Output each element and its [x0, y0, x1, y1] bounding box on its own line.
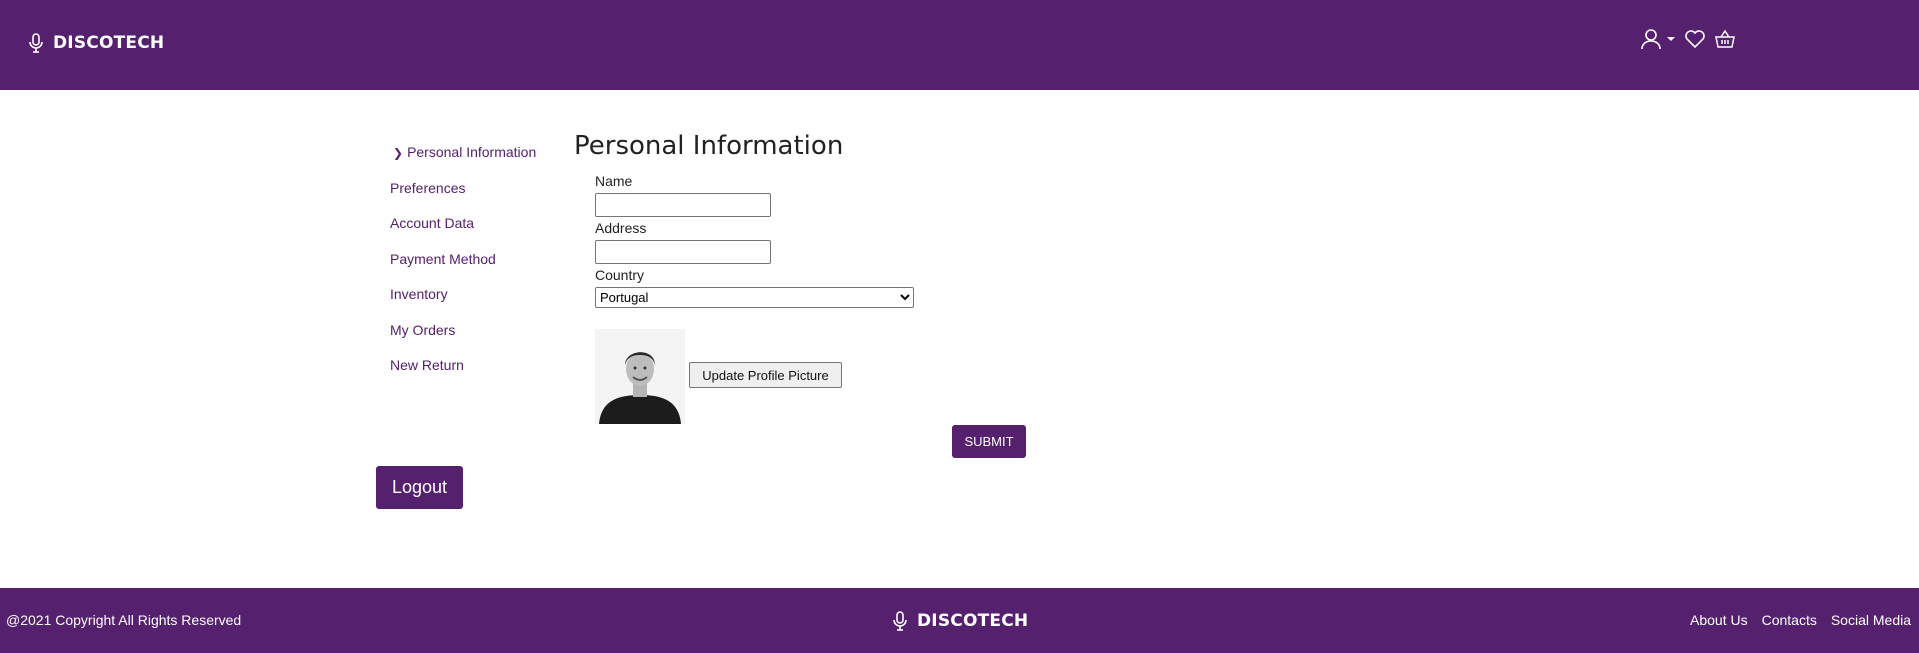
- page-title: Personal Information: [574, 131, 844, 161]
- avatar-person-image: [595, 329, 685, 424]
- footer-brand-logo[interactable]: DISCOTECH: [892, 611, 1028, 631]
- sidebar-item-preferences[interactable]: Preferences: [390, 176, 550, 212]
- sidebar-item-inventory[interactable]: Inventory: [390, 282, 550, 318]
- wishlist-button[interactable]: [1684, 29, 1706, 49]
- user-icon: [1641, 29, 1661, 50]
- footer-link-contacts[interactable]: Contacts: [1762, 612, 1817, 628]
- account-sidebar: ❯ Personal Information Preferences Accoun…: [390, 140, 550, 389]
- sidebar-item-payment-method[interactable]: Payment Method: [390, 247, 550, 283]
- microphone-icon: [893, 611, 907, 631]
- header-actions: [1640, 28, 1744, 50]
- cart-button[interactable]: [1714, 29, 1736, 49]
- chevron-right-icon: ❯: [393, 146, 404, 160]
- brand-logo[interactable]: DISCOTECH: [28, 33, 164, 53]
- brand-name: DISCOTECH: [53, 33, 165, 53]
- sidebar-item-personal-information[interactable]: ❯ Personal Information: [390, 140, 550, 176]
- address-input[interactable]: [595, 240, 771, 264]
- sidebar-item-new-return[interactable]: New Return: [390, 353, 550, 389]
- profile-picture: [595, 329, 685, 424]
- address-label: Address: [595, 220, 647, 236]
- logout-button[interactable]: Logout: [376, 466, 463, 509]
- site-footer: @2021 Copyright All Rights Reserved DISC…: [0, 588, 1919, 653]
- microphone-icon: [29, 33, 43, 53]
- name-input[interactable]: [595, 193, 771, 217]
- sidebar-item-my-orders[interactable]: My Orders: [390, 318, 550, 354]
- country-label: Country: [595, 267, 645, 283]
- footer-link-social-media[interactable]: Social Media: [1831, 612, 1911, 628]
- footer-links: About Us Contacts Social Media: [1676, 612, 1911, 628]
- sidebar-item-account-data[interactable]: Account Data: [390, 211, 550, 247]
- update-profile-picture-button[interactable]: Update Profile Picture: [689, 362, 842, 388]
- basket-icon: [1715, 29, 1735, 48]
- caret-down-icon: [1667, 37, 1675, 41]
- user-menu[interactable]: [1640, 28, 1676, 50]
- heart-icon: [1685, 30, 1705, 49]
- country-select[interactable]: Portugal: [595, 287, 914, 308]
- submit-button[interactable]: SUBMIT: [952, 425, 1026, 458]
- footer-brand-name: DISCOTECH: [917, 611, 1029, 631]
- site-header: DISCOTECH: [0, 0, 1919, 90]
- footer-link-about-us[interactable]: About Us: [1690, 612, 1748, 628]
- copyright-text: @2021 Copyright All Rights Reserved: [6, 612, 242, 628]
- name-label: Name: [595, 173, 633, 189]
